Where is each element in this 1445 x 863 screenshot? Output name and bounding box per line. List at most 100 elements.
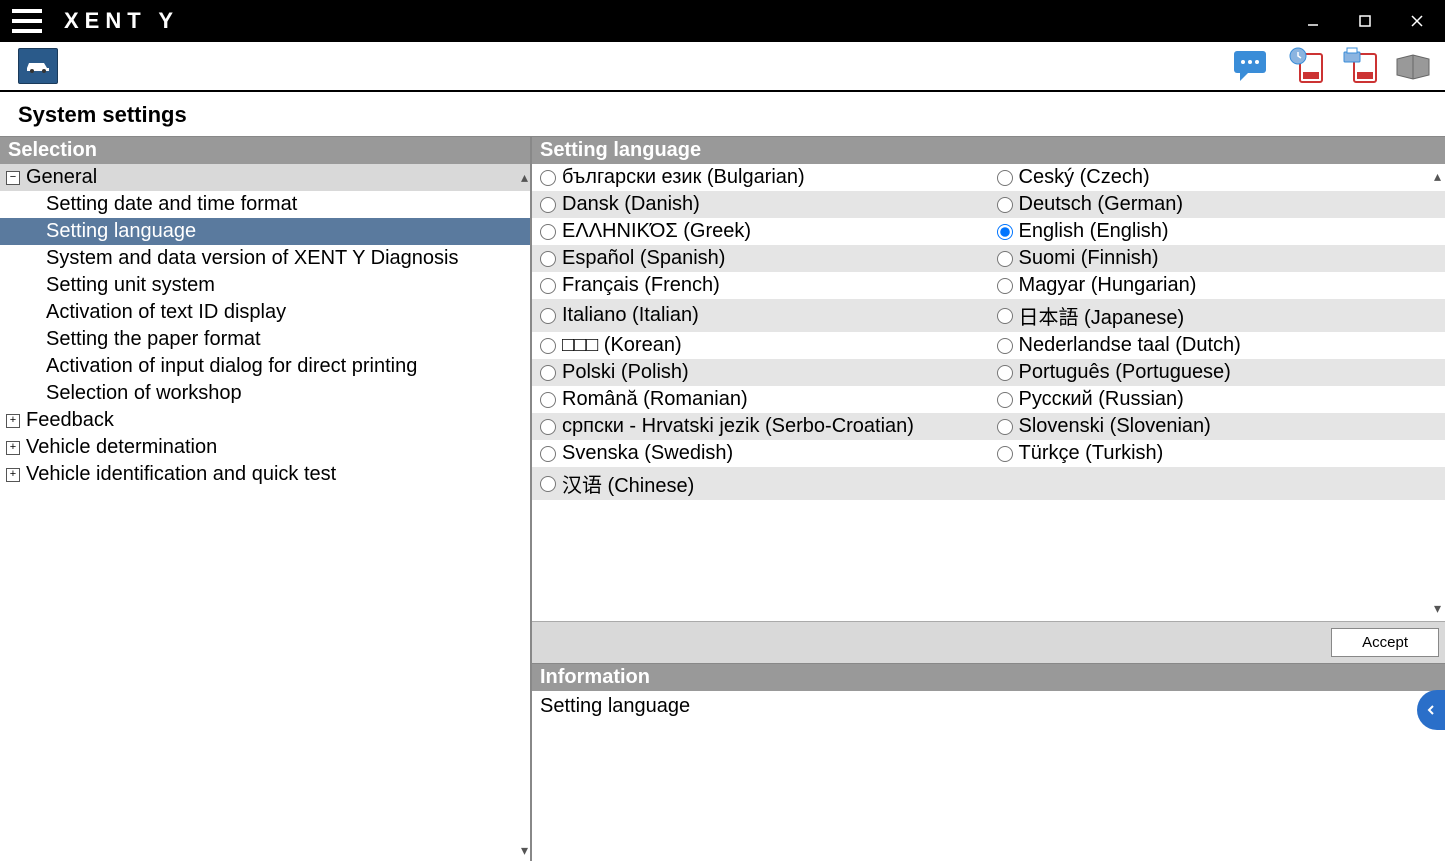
tree-item[interactable]: +Vehicle identification and quick test [0,461,530,488]
tree-item[interactable]: Selection of workshop [0,380,530,407]
language-label: Ceský (Czech) [1019,166,1150,189]
scroll-down-icon[interactable]: ▾ [1434,600,1441,617]
tree-item-label: Setting unit system [46,274,215,297]
scroll-down-icon[interactable]: ▾ [521,842,528,859]
chat-icon[interactable] [1231,45,1273,87]
language-radio[interactable] [540,308,556,324]
language-radio[interactable] [997,308,1013,324]
language-label: English (English) [1019,220,1169,243]
language-radio[interactable] [540,476,556,492]
language-header: Setting language [532,137,1445,164]
language-radio[interactable] [540,392,556,408]
tree-item[interactable]: + Feedback [0,407,530,434]
language-radio[interactable] [997,278,1013,294]
language-label: Deutsch (German) [1019,193,1184,216]
language-option[interactable]: български език (Bulgarian) [532,164,989,191]
language-radio[interactable] [540,197,556,213]
language-radio[interactable] [997,338,1013,354]
language-option[interactable]: □□□ (Korean) [532,332,989,359]
tree-item-label: Feedback [26,409,114,432]
expand-icon[interactable]: + [6,441,20,455]
language-option[interactable]: Polski (Polish) [532,359,989,386]
toolbar [0,42,1445,92]
language-option[interactable]: Ceský (Czech) [989,164,1445,191]
hamburger-menu-icon[interactable] [12,9,42,33]
language-radio[interactable] [540,278,556,294]
language-radio[interactable] [997,392,1013,408]
minimize-button[interactable] [1293,1,1333,41]
language-radio[interactable] [540,446,556,462]
language-label: 汉语 (Chinese) [562,469,694,498]
language-radio[interactable] [997,170,1013,186]
language-option[interactable]: Русский (Russian) [989,386,1445,413]
pdf-print-icon[interactable] [1339,45,1381,87]
language-radio[interactable] [540,251,556,267]
tree-item[interactable]: Activation of text ID display [0,299,530,326]
maximize-button[interactable] [1345,1,1385,41]
tree-item[interactable]: System and data version of XENT Y Diagno… [0,245,530,272]
scroll-up-icon[interactable]: ▴ [521,169,528,186]
language-label: Suomi (Finnish) [1019,247,1159,270]
selection-tree[interactable]: −GeneralSetting date and time formatSett… [0,164,530,861]
tree-item[interactable]: Setting language [0,218,530,245]
language-radio[interactable] [540,224,556,240]
app-logo: XENT Y [64,8,179,34]
tree-item-label: Selection of workshop [46,382,242,405]
language-option[interactable]: Español (Spanish) [532,245,989,272]
language-option[interactable]: Italiano (Italian) [532,299,989,332]
language-radio[interactable] [997,197,1013,213]
vehicle-button[interactable] [18,48,58,84]
tree-item[interactable]: Setting unit system [0,272,530,299]
language-label: ΕΛΛΗΝΙΚΌΣ (Greek) [562,220,751,243]
language-label: Français (French) [562,274,720,297]
language-label: Svenska (Swedish) [562,442,733,465]
language-radio[interactable] [997,419,1013,435]
language-label: Slovenski (Slovenian) [1019,415,1211,438]
language-option[interactable]: English (English) [989,218,1445,245]
expand-icon[interactable]: + [6,414,20,428]
language-radio[interactable] [540,419,556,435]
close-button[interactable] [1397,1,1437,41]
language-label: Română (Romanian) [562,388,748,411]
accept-button[interactable]: Accept [1331,628,1439,657]
language-option[interactable]: Suomi (Finnish) [989,245,1445,272]
language-radio[interactable] [540,365,556,381]
book-icon[interactable] [1393,45,1435,87]
language-radio[interactable] [997,365,1013,381]
language-list-container: български език (Bulgarian) Ceský (Czech) D… [532,164,1445,621]
language-option[interactable]: Magyar (Hungarian) [989,272,1445,299]
language-option[interactable]: српски - Hrvatski jezik (Serbo-Croatian) [532,413,989,440]
collapse-icon[interactable]: − [6,171,20,185]
tree-item[interactable]: Setting the paper format [0,326,530,353]
language-option[interactable]: Deutsch (German) [989,191,1445,218]
language-radio[interactable] [997,224,1013,240]
pdf-history-icon[interactable] [1285,45,1327,87]
tree-item-label: System and data version of XENT Y Diagno… [46,247,458,270]
language-option[interactable]: Slovenski (Slovenian) [989,413,1445,440]
selection-header: Selection [0,137,530,164]
expand-icon[interactable]: + [6,468,20,482]
language-option[interactable]: ΕΛΛΗΝΙΚΌΣ (Greek) [532,218,989,245]
language-radio[interactable] [997,251,1013,267]
language-option[interactable]: Dansk (Danish) [532,191,989,218]
language-option[interactable]: Türkçe (Turkish) [989,440,1445,467]
language-option[interactable]: Português (Portuguese) [989,359,1445,386]
language-option[interactable]: Nederlandse taal (Dutch) [989,332,1445,359]
language-label: Magyar (Hungarian) [1019,274,1197,297]
language-option[interactable]: Svenska (Swedish) [532,440,989,467]
language-option[interactable]: 汉语 (Chinese) [532,467,989,500]
tree-item[interactable]: −General [0,164,530,191]
language-option[interactable]: 日本語 (Japanese) [989,299,1445,332]
language-option[interactable]: Română (Romanian) [532,386,989,413]
language-radio[interactable] [997,446,1013,462]
tree-item[interactable]: Activation of input dialog for direct pr… [0,353,530,380]
language-option[interactable]: Français (French) [532,272,989,299]
language-radio[interactable] [540,170,556,186]
language-radio[interactable] [540,338,556,354]
tree-item[interactable]: Setting date and time format [0,191,530,218]
information-text: Setting language [532,691,1445,861]
language-label: Dansk (Danish) [562,193,700,216]
tree-item[interactable]: +Vehicle determination [0,434,530,461]
language-area: Setting language български език (Bulgari… [532,137,1445,663]
scroll-up-icon[interactable]: ▴ [1434,168,1441,185]
